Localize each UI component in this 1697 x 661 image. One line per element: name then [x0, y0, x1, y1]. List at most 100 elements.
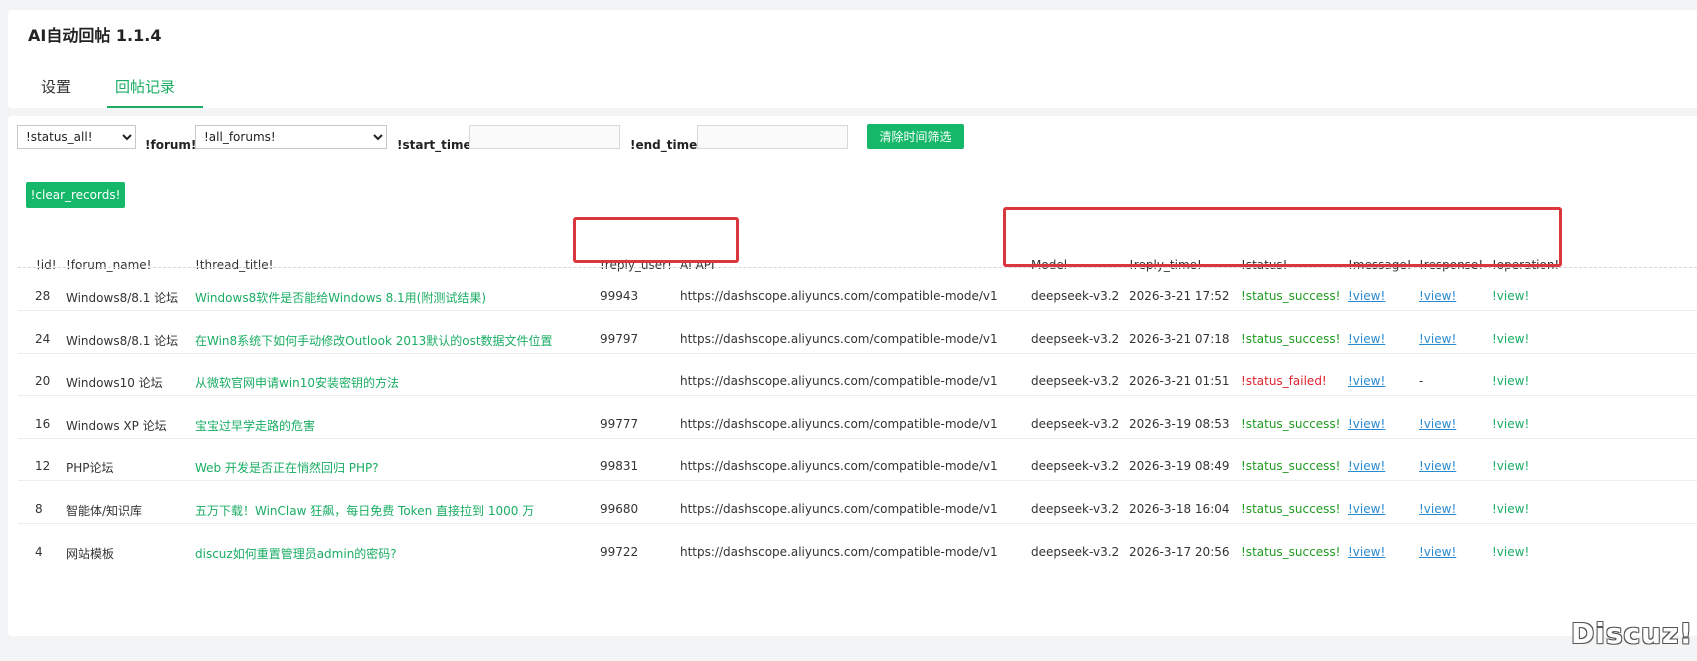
cell-reply-time: 2026-3-18 16:04	[1129, 502, 1230, 516]
cell-reply-user: 99797	[600, 332, 639, 346]
cell-response-view-link[interactable]: !view!	[1419, 459, 1456, 473]
cell-status: !status_success!	[1241, 417, 1341, 431]
cell-reply-user: 99680	[600, 502, 639, 516]
cell-id: 20	[35, 374, 51, 388]
highlight-box-model-status	[1003, 207, 1562, 267]
cell-message-view-link[interactable]: !view!	[1348, 374, 1385, 388]
cell-operation-view-link[interactable]: !view!	[1492, 417, 1529, 431]
cell-message-view-link[interactable]: !view!	[1348, 332, 1385, 346]
discuz-watermark: Discuz!	[1571, 617, 1694, 650]
cell-id: 28	[35, 289, 51, 303]
row-divider	[18, 438, 1697, 439]
cell-reply-user: 99943	[600, 289, 639, 303]
col-header-forum-name: !forum_name!	[66, 258, 152, 272]
cell-reply-user: 99831	[600, 459, 639, 473]
header-divider	[18, 267, 1697, 268]
end-time-input[interactable]	[697, 125, 848, 149]
cell-response-view-link[interactable]: !view!	[1419, 417, 1456, 431]
forum-filter-label: !forum!	[145, 138, 197, 152]
cell-response-view-link[interactable]: !view!	[1419, 545, 1456, 559]
cell-ai-api: https://dashscope.aliyuncs.com/compatibl…	[680, 374, 998, 388]
cell-message-view-link[interactable]: !view!	[1348, 289, 1385, 303]
cell-operation-view-link[interactable]: !view!	[1492, 459, 1529, 473]
tab-settings[interactable]: 设置	[41, 76, 71, 97]
cell-ai-api: https://dashscope.aliyuncs.com/compatibl…	[680, 459, 998, 473]
cell-forum-name: 网站模板	[66, 547, 115, 561]
cell-ai-api: https://dashscope.aliyuncs.com/compatibl…	[680, 545, 998, 559]
cell-message-view-link[interactable]: !view!	[1348, 545, 1385, 559]
start-time-input[interactable]	[469, 125, 620, 149]
col-header-id: !id!	[36, 258, 57, 272]
row-divider	[18, 480, 1697, 481]
row-divider	[18, 310, 1697, 311]
cell-operation-view-link[interactable]: !view!	[1492, 289, 1529, 303]
cell-reply-time: 2026-3-17 20:56	[1129, 545, 1230, 559]
cell-id: 4	[35, 545, 43, 559]
cell-status: !status_success!	[1241, 545, 1341, 559]
forum-filter-select[interactable]: !all_forums!	[195, 125, 387, 149]
cell-message-view-link[interactable]: !view!	[1348, 502, 1385, 516]
cell-forum-name: 智能体/知识库	[66, 504, 143, 518]
cell-message-view-link[interactable]: !view!	[1348, 459, 1385, 473]
cell-response-view-link[interactable]: !view!	[1419, 289, 1456, 303]
cell-thread-title-link[interactable]: 宝宝过早学走路的危害	[195, 417, 315, 434]
cell-model: deepseek-v3.2	[1031, 289, 1120, 303]
cell-ai-api: https://dashscope.aliyuncs.com/compatibl…	[680, 502, 998, 516]
cell-model: deepseek-v3.2	[1031, 459, 1120, 473]
cell-id: 24	[35, 332, 51, 346]
clear-time-filter-button[interactable]: 清除时间筛选	[867, 124, 964, 149]
cell-forum-name: Windows8/8.1 论坛	[66, 291, 179, 305]
cell-response-view-link: -	[1419, 374, 1424, 388]
cell-model: deepseek-v3.2	[1031, 545, 1120, 559]
cell-model: deepseek-v3.2	[1031, 502, 1120, 516]
cell-thread-title-link[interactable]: 在Win8系统下如何手动修改Outlook 2013默认的ost数据文件位置	[195, 332, 553, 349]
cell-reply-user: 99777	[600, 417, 639, 431]
cell-model: deepseek-v3.2	[1031, 374, 1120, 388]
cell-model: deepseek-v3.2	[1031, 332, 1120, 346]
cell-thread-title-link[interactable]: discuz如何重置管理员admin的密码?	[195, 545, 397, 562]
cell-thread-title-link[interactable]: Windows8软件是否能给Windows 8.1用(附测试结果)	[195, 289, 486, 306]
cell-thread-title-link[interactable]: 五万下载！WinClaw 狂飙，每日免费 Token 直接拉到 1000 万	[195, 502, 534, 519]
cell-status: !status_success!	[1241, 332, 1341, 346]
cell-id: 8	[35, 502, 43, 516]
active-tab-indicator	[107, 106, 203, 108]
tab-reply-records[interactable]: 回帖记录	[115, 76, 175, 97]
cell-reply-time: 2026-3-19 08:49	[1129, 459, 1230, 473]
cell-response-view-link[interactable]: !view!	[1419, 332, 1456, 346]
cell-id: 12	[35, 459, 51, 473]
row-divider	[18, 395, 1697, 396]
cell-reply-time: 2026-3-21 07:18	[1129, 332, 1230, 346]
cell-thread-title-link[interactable]: Web 开发是否正在悄然回归 PHP?	[195, 459, 379, 476]
cell-status: !status_success!	[1241, 289, 1341, 303]
row-divider	[18, 353, 1697, 354]
cell-operation-view-link[interactable]: !view!	[1492, 374, 1529, 388]
highlight-box-reply-user-api	[573, 217, 739, 263]
cell-model: deepseek-v3.2	[1031, 417, 1120, 431]
cell-operation-view-link[interactable]: !view!	[1492, 545, 1529, 559]
status-filter-select[interactable]: !status_all!	[17, 125, 136, 149]
start-time-label: !start_time!	[397, 138, 478, 152]
clear-records-button[interactable]: !clear_records!	[26, 182, 125, 208]
end-time-label: !end_time!	[630, 138, 703, 152]
cell-forum-name: Windows XP 论坛	[66, 419, 167, 433]
cell-thread-title-link[interactable]: 从微软官网申请win10安装密钥的方法	[195, 374, 399, 391]
cell-operation-view-link[interactable]: !view!	[1492, 502, 1529, 516]
cell-forum-name: Windows8/8.1 论坛	[66, 334, 179, 348]
cell-ai-api: https://dashscope.aliyuncs.com/compatibl…	[680, 332, 998, 346]
cell-forum-name: PHP论坛	[66, 461, 114, 475]
row-divider	[18, 523, 1697, 524]
cell-operation-view-link[interactable]: !view!	[1492, 332, 1529, 346]
cell-reply-user: 99722	[600, 545, 639, 559]
cell-reply-time: 2026-3-21 17:52	[1129, 289, 1230, 303]
cell-status: !status_success!	[1241, 459, 1341, 473]
col-header-thread-title: !thread_title!	[195, 258, 274, 272]
header-panel	[8, 10, 1697, 108]
cell-message-view-link[interactable]: !view!	[1348, 417, 1385, 431]
cell-response-view-link[interactable]: !view!	[1419, 502, 1456, 516]
cell-ai-api: https://dashscope.aliyuncs.com/compatibl…	[680, 417, 998, 431]
cell-forum-name: Windows10 论坛	[66, 376, 163, 390]
cell-reply-time: 2026-3-21 01:51	[1129, 374, 1230, 388]
app-title: AI自动回帖 1.1.4	[28, 26, 162, 45]
cell-id: 16	[35, 417, 51, 431]
cell-status: !status_failed!	[1241, 374, 1327, 388]
